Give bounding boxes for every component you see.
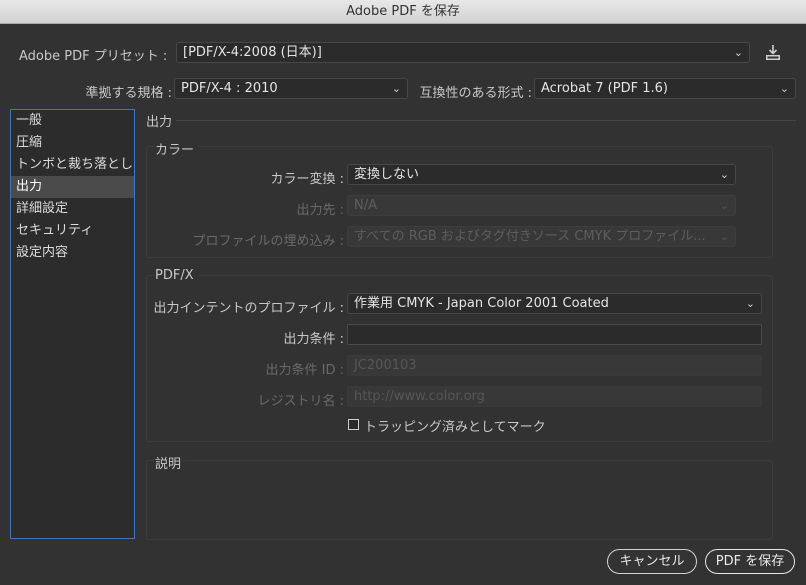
compat-label: 互換性のある形式 : (419, 86, 532, 101)
sidebar-item-advanced[interactable]: 詳細設定 (11, 198, 134, 220)
trapped-checkbox[interactable] (348, 419, 359, 430)
profile-inclusion-label: プロファイルの埋め込み : (192, 234, 344, 249)
sidebar-item-general[interactable]: 一般 (11, 110, 134, 132)
cancel-button[interactable]: キャンセル (607, 549, 697, 574)
chevron-down-icon: ⌄ (391, 82, 401, 95)
color-conversion-select[interactable]: 変換しない ⌄ (347, 164, 736, 185)
chevron-down-icon: ⌄ (719, 199, 729, 212)
chevron-down-icon: ⌄ (719, 168, 729, 181)
save-pdf-button[interactable]: PDF を保存 (705, 549, 795, 574)
category-list[interactable]: 一般 圧縮 トンボと裁ち落とし 出力 詳細設定 セキュリティ 設定内容 (10, 109, 135, 539)
chevron-down-icon: ⌄ (719, 230, 729, 243)
output-condition-label: 出力条件 : (283, 332, 344, 347)
preset-select[interactable]: [PDF/X-4:2008 (日本)] ⌄ (176, 42, 750, 63)
color-group-title: カラー (155, 139, 199, 158)
compat-value: Acrobat 7 (PDF 1.6) (541, 81, 668, 96)
sidebar-item-marks-bleeds[interactable]: トンボと裁ち落とし (11, 154, 134, 176)
registry-field[interactable]: http://www.color.org (347, 386, 762, 407)
compat-select[interactable]: Acrobat 7 (PDF 1.6) ⌄ (534, 78, 796, 99)
destination-label: 出力先 : (296, 203, 344, 218)
description-group (146, 460, 773, 540)
destination-select[interactable]: N/A ⌄ (347, 195, 736, 216)
output-condition-field[interactable] (347, 324, 762, 345)
color-conversion-label: カラー変換 : (270, 172, 344, 187)
save-preset-icon[interactable] (763, 44, 783, 62)
condition-id-label: 出力条件 ID : (265, 363, 345, 378)
preset-label: Adobe PDF プリセット : (19, 49, 168, 64)
standard-label: 準拠する規格 : (85, 86, 172, 101)
profile-inclusion-select[interactable]: すべての RGB およびタグ付きソース CMYK プロファイル... ⌄ (347, 226, 736, 247)
condition-id-field[interactable]: JC200103 (347, 355, 762, 376)
chevron-down-icon: ⌄ (733, 46, 743, 59)
chevron-down-icon: ⌄ (779, 82, 789, 95)
trapped-label[interactable]: トラッピング済みとしてマーク (364, 416, 546, 435)
sidebar-item-output[interactable]: 出力 (11, 176, 134, 198)
output-intent-value: 作業用 CMYK - Japan Color 2001 Coated (354, 296, 609, 311)
chevron-down-icon: ⌄ (745, 297, 755, 310)
section-title: 出力 (146, 115, 173, 130)
section-divider (176, 120, 796, 121)
sidebar-item-compression[interactable]: 圧縮 (11, 132, 134, 154)
output-intent-select[interactable]: 作業用 CMYK - Japan Color 2001 Coated ⌄ (347, 293, 762, 314)
standard-select[interactable]: PDF/X-4 : 2010 ⌄ (174, 78, 408, 99)
description-title: 説明 (155, 453, 186, 472)
preset-value: [PDF/X-4:2008 (日本)] (183, 45, 322, 60)
color-conversion-value: 変換しない (354, 167, 420, 182)
registry-label: レジストリ名 : (257, 394, 344, 409)
sidebar-item-security[interactable]: セキュリティ (11, 220, 134, 242)
destination-value: N/A (354, 198, 377, 213)
window-title: Adobe PDF を保存 (0, 0, 806, 24)
sidebar-item-summary[interactable]: 設定内容 (11, 242, 134, 264)
profile-inclusion-value: すべての RGB およびタグ付きソース CMYK プロファイル... (354, 229, 706, 244)
standard-value: PDF/X-4 : 2010 (181, 81, 278, 96)
output-intent-label: 出力インテントのプロファイル : (153, 301, 344, 316)
pdfx-group-title: PDF/X (155, 268, 198, 283)
